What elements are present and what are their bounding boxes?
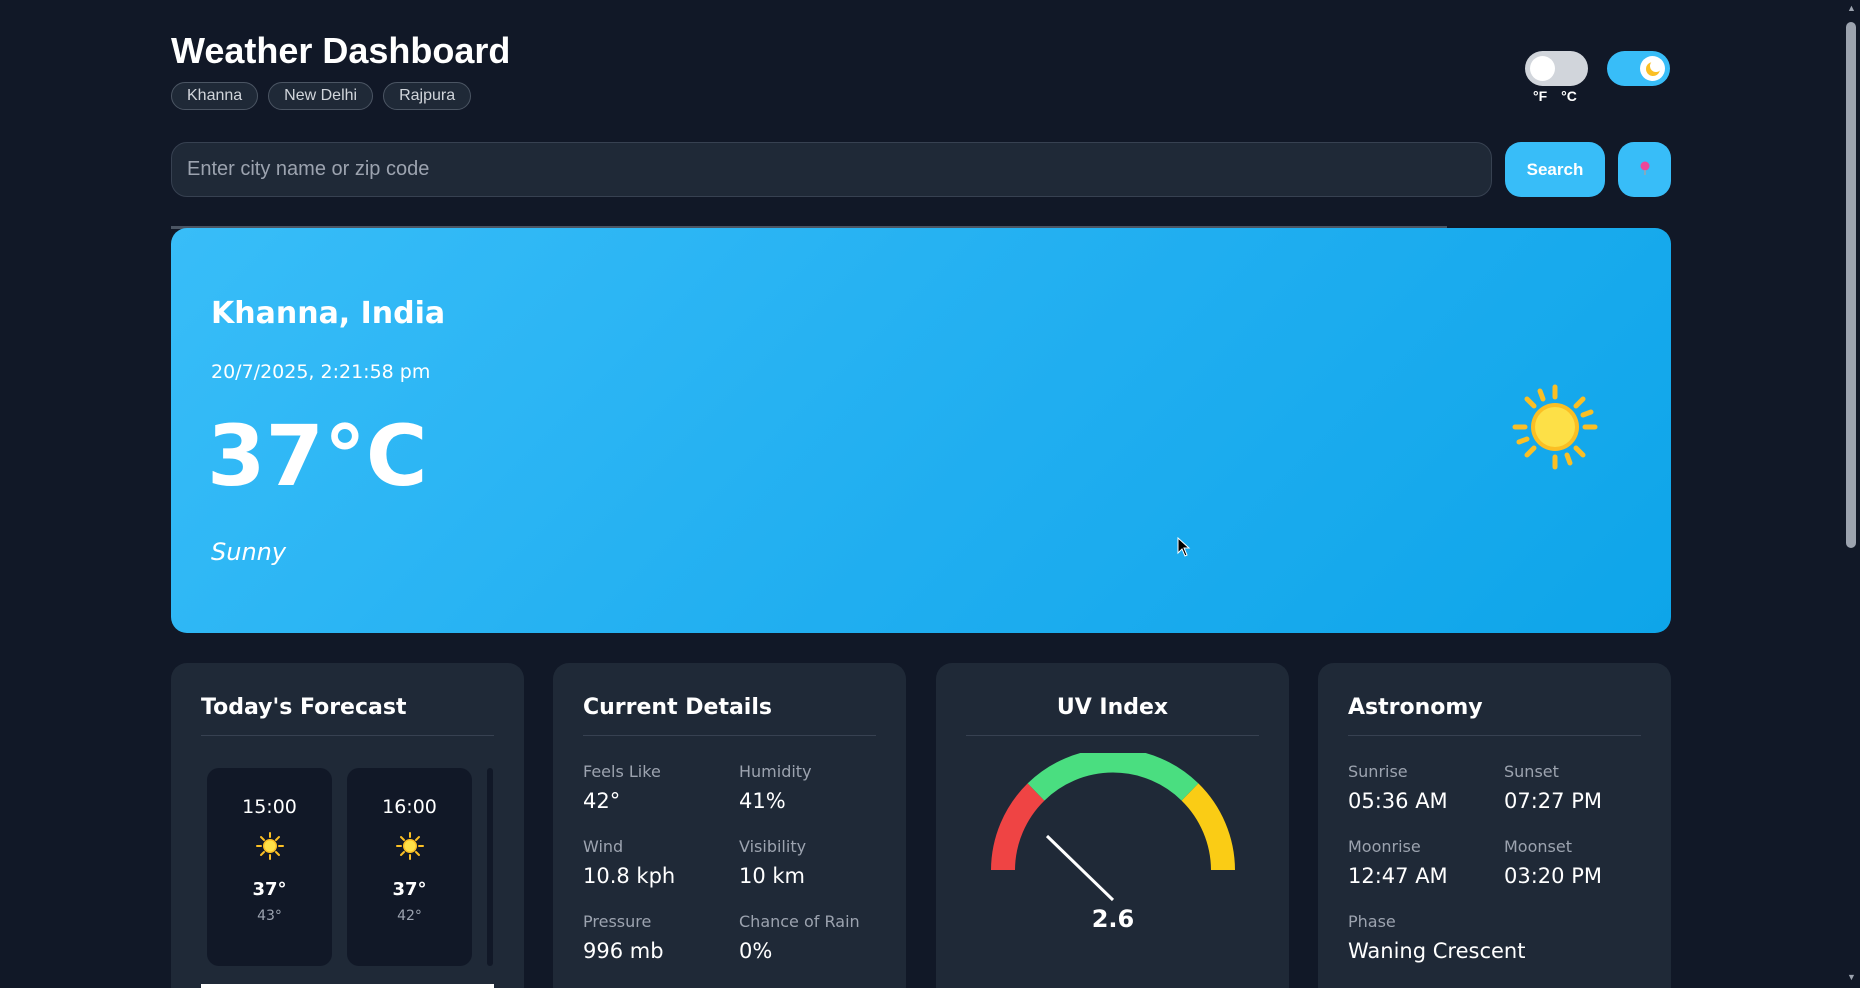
astronomy-title: Astronomy [1348,695,1641,736]
forecast-scrollbar[interactable] [201,984,494,988]
hour-feels-like: 43° [257,908,282,924]
recent-city-chip[interactable]: New Delhi [268,82,374,110]
detail-item: Humidity 41% [739,762,879,813]
detail-item: Visibility 10 km [739,837,879,888]
astro-value: 12:47 AM [1348,864,1448,888]
astro-value: Waning Crescent [1348,939,1526,963]
forecast-title: Today's Forecast [201,695,494,736]
scroll-down-icon[interactable]: ▼ [1847,972,1856,982]
astro-item: Sunrise 05:36 AM [1348,762,1504,813]
search-button[interactable]: Search [1505,142,1605,197]
page-scrollbar[interactable]: ▲ ▼ [1842,0,1860,988]
moon-icon [1640,56,1665,81]
current-temperature: 37°C [207,407,428,505]
celsius-label: °C [1561,88,1577,104]
uv-gauge: 2.6 [991,753,1235,933]
recent-city-chip[interactable]: Rajpura [383,82,472,110]
astro-item: Moonset 03:20 PM [1504,837,1644,888]
detail-label: Humidity [739,762,812,781]
search-input[interactable] [171,142,1492,197]
unit-toggle[interactable] [1525,51,1588,86]
details-grid: Feels Like 42° Humidity 41% Wind 10.8 kp… [583,762,876,963]
astronomy-card: Astronomy Sunrise 05:36 AM Sunset 07:27 … [1318,663,1671,988]
astro-value: 03:20 PM [1504,864,1602,888]
hour-time: 15:00 [242,796,297,818]
detail-label: Wind [583,837,624,856]
astro-label: Moonrise [1348,837,1421,856]
hour-feels-like: 42° [397,908,422,924]
recent-cities: Khanna New Delhi Rajpura [171,82,472,110]
astro-value: 05:36 AM [1348,789,1448,813]
detail-label: Visibility [739,837,807,856]
uv-title: UV Index [966,695,1259,736]
mouse-cursor-icon [1177,536,1191,562]
detail-value: 41% [739,789,786,813]
hourly-forecast-item-partial [487,768,493,966]
sun-icon [1511,383,1599,471]
detail-label: Chance of Rain [739,912,860,931]
recent-city-chip[interactable]: Khanna [171,82,259,110]
search-bar: Search [171,142,1671,198]
weather-condition: Sunny [211,538,287,566]
detail-label: Pressure [583,912,652,931]
detail-value: 42° [583,789,621,813]
hour-temperature: 37° [252,879,287,900]
detail-item: Pressure 996 mb [583,912,739,963]
astro-item: Phase Waning Crescent [1348,912,1644,963]
astro-label: Moonset [1504,837,1572,856]
page-title: Weather Dashboard [171,30,511,71]
unit-labels: °F °C [1533,88,1577,104]
astro-label: Sunset [1504,762,1559,781]
scroll-up-icon[interactable]: ▲ [1847,3,1856,13]
scroll-thumb[interactable] [1846,22,1856,548]
forecast-card: Today's Forecast 15:00 37° 43° 16:00 37°… [171,663,524,988]
uv-needle [1045,834,1115,902]
map-pin-icon [1639,161,1651,178]
detail-value: 10.8 kph [583,864,676,888]
current-weather-card: Khanna, India 20/7/2025, 2:21:58 pm 37°C… [171,228,1671,633]
astro-label: Sunrise [1348,762,1408,781]
theme-toggle[interactable] [1607,51,1670,86]
detail-value: 996 mb [583,939,664,963]
details-card: Current Details Feels Like 42° Humidity … [553,663,906,988]
sun-icon [255,832,284,865]
location-name: Khanna, India [211,296,446,331]
hourly-forecast-item: 16:00 37° 42° [347,768,472,966]
unit-toggle-knob [1530,56,1555,81]
detail-item: Chance of Rain 0% [739,912,879,963]
astro-item: Moonrise 12:47 AM [1348,837,1504,888]
sun-icon [395,832,424,865]
detail-value: 0% [739,939,773,963]
fahrenheit-label: °F [1533,88,1548,104]
hour-temperature: 37° [392,879,427,900]
local-datetime: 20/7/2025, 2:21:58 pm [211,361,431,383]
current-location-button[interactable] [1618,142,1671,197]
astro-value: 07:27 PM [1504,789,1602,813]
detail-item: Feels Like 42° [583,762,739,813]
detail-value: 10 km [739,864,806,888]
hourly-forecast-list[interactable]: 15:00 37° 43° 16:00 37° 42° [201,768,494,966]
detail-item: Wind 10.8 kph [583,837,739,888]
page: Weather Dashboard Khanna New Delhi Rajpu… [0,0,1860,988]
astro-label: Phase [1348,912,1396,931]
astro-item: Sunset 07:27 PM [1504,762,1644,813]
uv-value: 2.6 [1092,905,1135,933]
details-title: Current Details [583,695,876,736]
hourly-forecast-item: 15:00 37° 43° [207,768,332,966]
hour-time: 16:00 [382,796,437,818]
astronomy-grid: Sunrise 05:36 AM Sunset 07:27 PM Moonris… [1348,762,1641,963]
uv-card: UV Index 2.6 [936,663,1289,988]
detail-label: Feels Like [583,762,661,781]
